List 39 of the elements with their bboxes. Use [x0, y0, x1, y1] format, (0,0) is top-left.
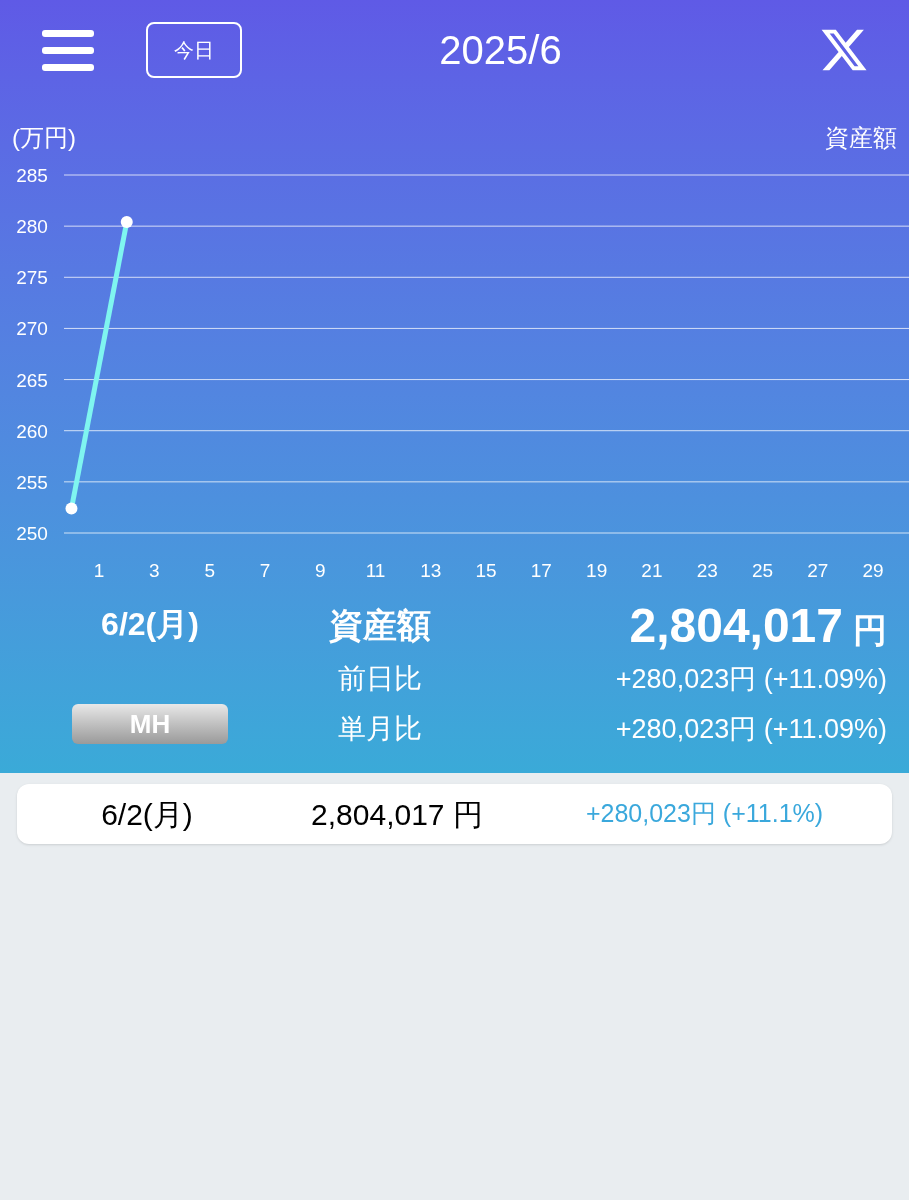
x-tick-label: 7: [259, 560, 271, 581]
selected-date: 6/2(月): [101, 605, 199, 644]
y-tick-label: 275: [16, 267, 48, 289]
row-change: +280,023円 (+11.1%): [584, 798, 825, 830]
y-tick-label: 285: [16, 165, 48, 186]
y-tick-label: 265: [16, 369, 48, 391]
y-tick-label: 255: [16, 471, 48, 493]
x-tick-label: 29: [862, 560, 884, 581]
x-tick-label: 1: [93, 560, 105, 581]
x-tick-label: 3: [149, 560, 160, 581]
x-tick-label: 17: [530, 560, 552, 581]
y-tick-label: 260: [16, 420, 48, 442]
y-tick-label: 280: [16, 216, 48, 238]
history-row[interactable]: 6/2(月) 2,804,017 円 +280,023円 (+11.1%): [17, 784, 892, 844]
comparison-value: +280,023円 (+11.09%): [615, 713, 887, 746]
today-button[interactable]: 今日: [146, 22, 242, 78]
x-tick-label: 27: [807, 560, 829, 581]
x-tick-label: 19: [586, 560, 608, 581]
month-title: 2025/6: [438, 27, 563, 74]
comparison-label: 単月比: [338, 712, 422, 746]
comparison-label: 前日比: [338, 662, 422, 696]
asset-amount: 2,804,017: [629, 598, 843, 654]
x-tick-label: 25: [751, 560, 774, 581]
row-date: 6/2(月): [100, 796, 194, 833]
x-tick-label: 15: [475, 560, 497, 581]
y-tick-label: 270: [16, 318, 48, 340]
row-amount: 2,804,017 円: [310, 796, 484, 833]
x-tick-label: 11: [365, 560, 386, 581]
x-tick-label: 5: [204, 560, 215, 581]
comparison-value: +280,023円 (+11.09%): [615, 663, 887, 696]
x-tick-label: 9: [314, 560, 326, 581]
chart-legend: 資産額: [825, 120, 897, 160]
currency-label: 円: [853, 610, 887, 651]
unit-label: (万円): [12, 123, 76, 153]
x-tick-label: 21: [641, 560, 663, 581]
x-tick-label: 13: [420, 560, 442, 581]
asset-label: 資産額: [329, 605, 431, 646]
x-tick-label: 23: [696, 560, 718, 581]
y-tick-label: 250: [16, 523, 48, 544]
